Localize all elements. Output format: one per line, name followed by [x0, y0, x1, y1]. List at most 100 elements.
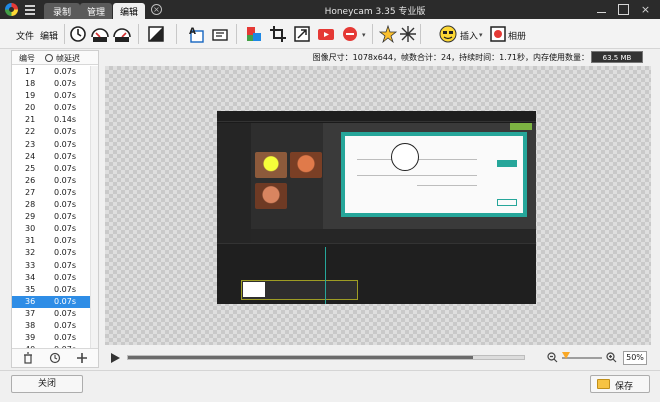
frame-number: 23 [25, 139, 36, 149]
frame-row[interactable]: 30 0.07s [12, 223, 90, 235]
speed-down-icon[interactable] [90, 24, 110, 44]
insert-dropdown-icon[interactable]: ▾ [479, 31, 483, 39]
title-bar: 录制 管理 编辑 × Honeycam 3.35 专业版 × [0, 0, 660, 19]
remove-icon[interactable] [340, 24, 360, 44]
frame-row[interactable]: 32 0.07s [12, 247, 90, 259]
resize-icon[interactable] [292, 24, 312, 44]
sparkle-icon[interactable] [398, 24, 418, 44]
playback-progress-slider[interactable] [127, 355, 525, 360]
tab-manage[interactable]: 管理 [80, 3, 112, 19]
frame-number: 27 [25, 187, 36, 197]
zoom-out-icon[interactable] [547, 352, 558, 363]
frame-row[interactable]: 28 0.07s [12, 199, 90, 211]
album-icon[interactable] [488, 24, 508, 44]
preview-canvas [105, 66, 651, 345]
add-frame-icon[interactable] [76, 352, 88, 364]
minimize-button[interactable] [596, 4, 607, 15]
memory-usage-badge: 63.5 MB [591, 51, 643, 63]
frame-delay-header[interactable]: 帧延迟 [56, 53, 80, 64]
frame-row[interactable]: 39 0.07s [12, 332, 90, 344]
frame-number: 25 [25, 163, 36, 173]
frame-row[interactable]: 27 0.07s [12, 187, 90, 199]
toolbar-separator [64, 24, 65, 44]
emoji-icon[interactable] [438, 24, 458, 44]
color-icon[interactable] [244, 24, 264, 44]
close-tab-icon[interactable]: × [151, 4, 162, 15]
insert-button[interactable]: 插入 [460, 29, 478, 42]
text-box-icon[interactable] [210, 24, 230, 44]
toolbar-separator [420, 24, 421, 44]
frame-row[interactable]: 22 0.07s [12, 126, 90, 138]
zoom-slider-handle[interactable] [562, 352, 570, 359]
frame-row[interactable]: 38 0.07s [12, 320, 90, 332]
frame-row[interactable]: 29 0.07s [12, 211, 90, 223]
frame-row[interactable]: 25 0.07s [12, 163, 90, 175]
edit-menu[interactable]: 编辑 [40, 29, 58, 42]
close-button[interactable]: 关闭 [11, 375, 83, 393]
maximize-button[interactable] [618, 4, 629, 15]
frame-number: 38 [25, 320, 36, 330]
frame-delay: 0.14s [54, 115, 76, 125]
text-icon[interactable]: A [186, 24, 206, 44]
frame-number: 24 [25, 151, 36, 161]
remove-dropdown-icon[interactable]: ▾ [362, 31, 366, 39]
window-close-button[interactable]: × [640, 4, 651, 15]
frame-delay: 0.07s [54, 151, 76, 161]
frame-preview-image [217, 111, 536, 304]
crop-frame-icon[interactable] [146, 24, 166, 44]
honeycam-logo-icon [5, 3, 18, 16]
frame-number-header[interactable]: 编号 [19, 53, 35, 64]
frame-number: 22 [25, 127, 36, 137]
frame-number: 34 [25, 272, 36, 282]
frame-number: 29 [25, 212, 36, 222]
youtube-icon[interactable] [316, 24, 336, 44]
menu-icon[interactable] [24, 3, 36, 15]
frame-row[interactable]: 24 0.07s [12, 151, 90, 163]
frame-number: 32 [25, 248, 36, 258]
speed-up-icon[interactable] [112, 24, 132, 44]
effects-icon[interactable] [378, 24, 398, 44]
album-button[interactable]: 相册 [508, 29, 526, 42]
frame-row[interactable]: 26 0.07s [12, 175, 90, 187]
svg-text:A: A [189, 27, 196, 37]
frame-number: 21 [25, 115, 36, 125]
frame-row[interactable]: 21 0.14s [12, 114, 90, 126]
frame-row[interactable]: 18 0.07s [12, 78, 90, 90]
crop-icon[interactable] [268, 24, 288, 44]
frame-row[interactable]: 34 0.07s [12, 272, 90, 284]
frame-list-scrollbar[interactable] [90, 66, 98, 348]
zoom-in-icon[interactable] [606, 352, 617, 363]
zoom-level-label[interactable]: 50% [623, 351, 647, 365]
frame-list-panel: 编号 帧延迟 17 0.07s 18 0.07s 19 0.07s 20 0.07s 21 0.1… [11, 50, 99, 368]
frame-row[interactable]: 17 0.07s [12, 66, 90, 78]
toolbar-separator [236, 24, 237, 44]
frame-row[interactable]: 36 0.07s [12, 295, 90, 308]
frame-row[interactable]: 35 0.07s [12, 284, 90, 296]
frame-row[interactable]: 33 0.07s [12, 260, 90, 272]
play-icon[interactable] [111, 353, 120, 363]
toolbar-separator [372, 24, 373, 44]
file-menu[interactable]: 文件 [16, 29, 34, 42]
frame-delay: 0.07s [54, 212, 76, 222]
frame-number: 35 [25, 284, 36, 294]
frame-number: 33 [25, 260, 36, 270]
frame-number: 17 [25, 67, 36, 76]
frame-row[interactable]: 31 0.07s [12, 235, 90, 247]
tab-edit[interactable]: 编辑 [113, 3, 145, 19]
frame-row[interactable]: 23 0.07s [12, 139, 90, 151]
tab-record[interactable]: 录制 [44, 3, 80, 19]
frame-list-header: 编号 帧延迟 [12, 51, 98, 65]
save-button-label: 保存 [615, 382, 634, 392]
frame-row[interactable]: 19 0.07s [12, 90, 90, 102]
frame-delay: 0.07s [54, 187, 76, 197]
frame-row[interactable]: 20 0.07s [12, 102, 90, 114]
toolbar: 文件 编辑 A ▾ 插入 ▾ 相册 [0, 19, 660, 49]
frame-delay-icon[interactable] [49, 352, 61, 364]
clock-icon[interactable] [68, 24, 88, 44]
playback-bar: 50% [105, 349, 651, 367]
save-button[interactable]: 保存 [590, 375, 650, 393]
frame-row[interactable]: 37 0.07s [12, 308, 90, 320]
frame-list-footer [12, 348, 98, 367]
frame-delay: 0.07s [54, 296, 76, 306]
delete-frame-icon[interactable] [22, 352, 34, 364]
